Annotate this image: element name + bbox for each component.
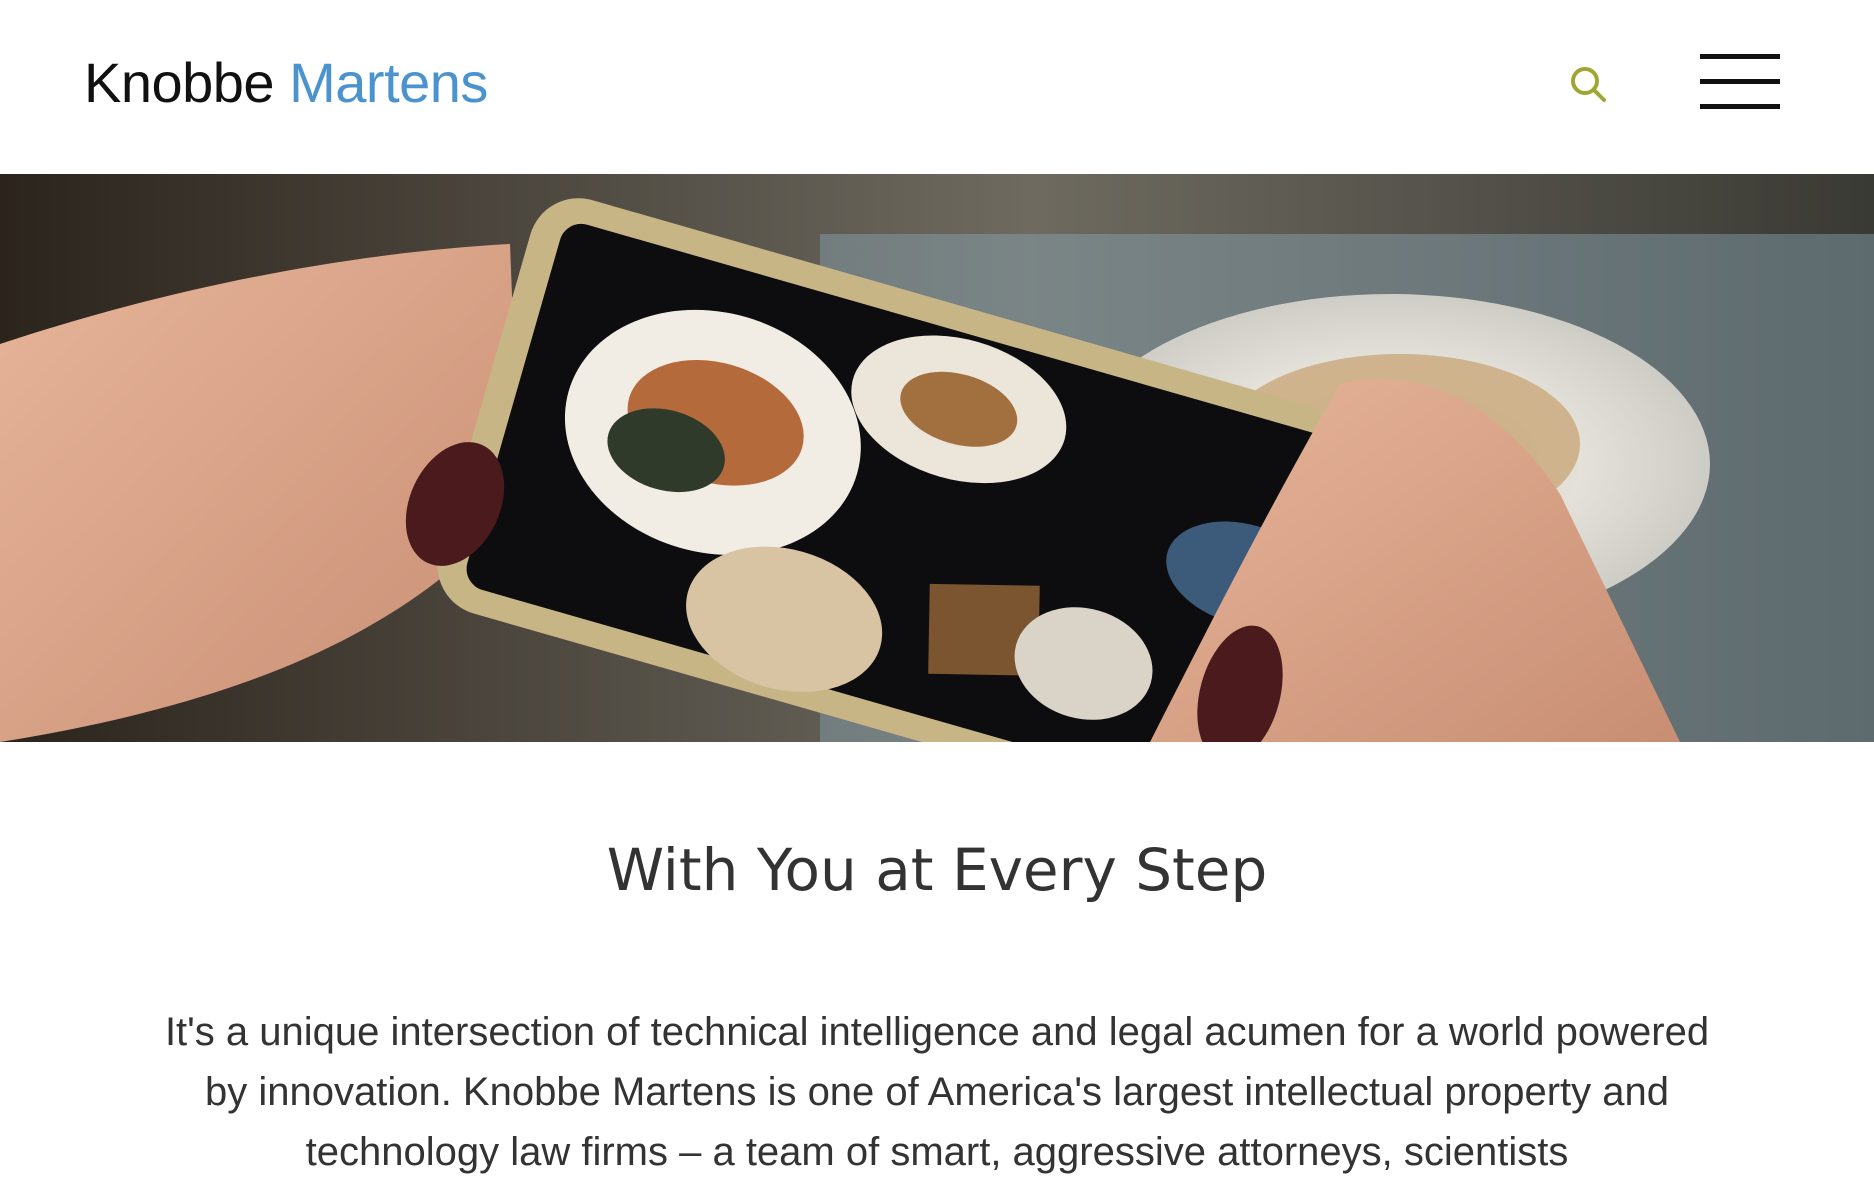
site-header: Knobbe Martens [0,0,1874,174]
hamburger-menu-button[interactable] [1700,54,1780,110]
logo-word-martens: Martens [289,51,488,114]
hamburger-menu-icon [1700,54,1780,59]
search-button[interactable] [1568,64,1612,108]
logo-word-knobbe: Knobbe [84,51,275,114]
intro-paragraph: It's a unique intersection of technical … [164,1010,1710,1174]
hero-image [0,174,1874,742]
hero-photo [0,174,1874,742]
search-icon [1571,67,1606,102]
page-heading: With You at Every Step [606,836,1268,904]
site-logo[interactable]: Knobbe Martens [84,50,488,116]
